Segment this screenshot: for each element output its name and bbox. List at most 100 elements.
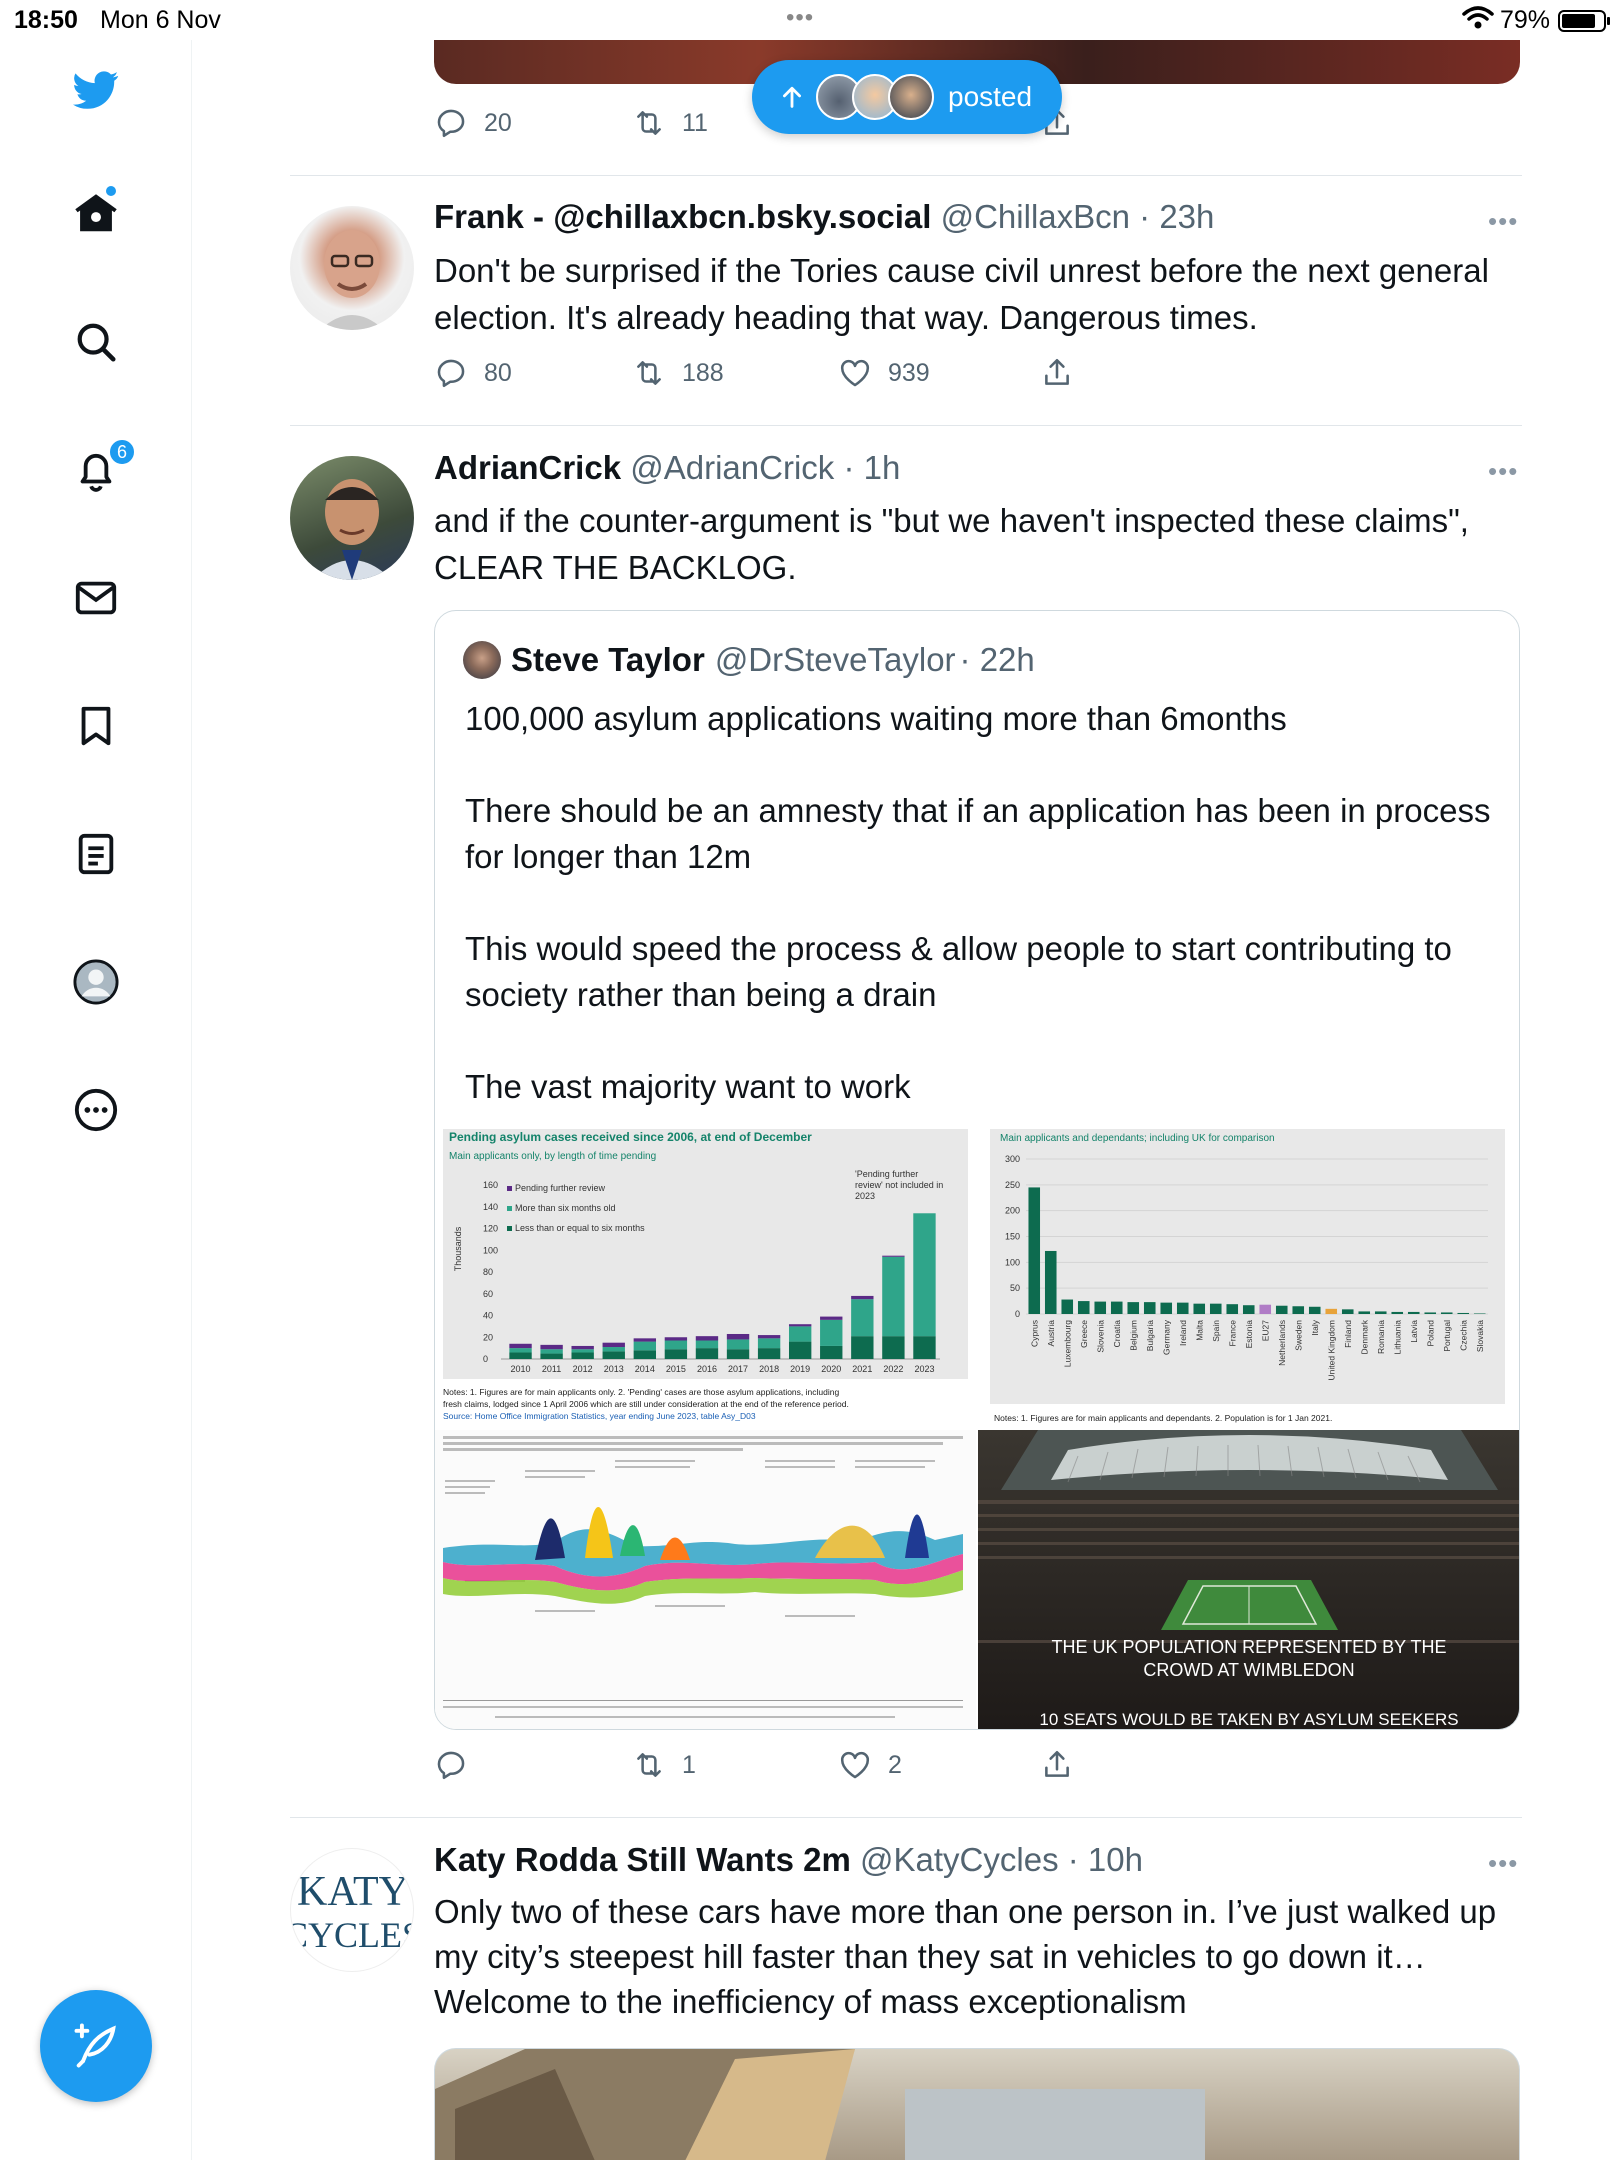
- more-options-icon[interactable]: •••: [1488, 1848, 1518, 1879]
- multitask-dots[interactable]: •••: [786, 4, 814, 32]
- x-tick-label: Luxembourg: [1062, 1320, 1072, 1368]
- battery-percent: 79%: [1500, 6, 1551, 34]
- media-country-comparison-chart[interactable]: Main applicants and dependants; includin…: [978, 1129, 1519, 1428]
- x-tick-label: Latvia: [1409, 1320, 1419, 1343]
- legend-swatch-new: [507, 1226, 512, 1231]
- x-tick-label: 2019: [790, 1364, 810, 1374]
- x-tick-label: 2023: [914, 1364, 934, 1374]
- side-navigation: 6: [0, 40, 192, 2160]
- quoted-tweet-time[interactable]: · 22h: [960, 641, 1035, 679]
- compose-tweet-button[interactable]: [40, 1990, 152, 2102]
- x-tick-label: 2013: [604, 1364, 624, 1374]
- reply-button[interactable]: [434, 1748, 484, 1782]
- quoted-tweet[interactable]: Steve Taylor @DrSteveTaylor · 22h 100,00…: [434, 610, 1520, 1730]
- nav-profile[interactable]: [64, 950, 128, 1014]
- tweet-text: Don't be surprised if the Tories cause c…: [434, 252, 1489, 336]
- reply-count: 80: [484, 358, 512, 387]
- avatar[interactable]: KATY CYCLES: [290, 1848, 414, 1972]
- status-bar: 18:50 Mon 6 Nov ••• 79%: [0, 0, 1620, 40]
- x-tick-label: 2011: [542, 1364, 561, 1374]
- media-wimbledon-photo[interactable]: THE UK POPULATION REPRESENTED BY THE CRO…: [978, 1430, 1519, 1729]
- bar: [1424, 1312, 1437, 1314]
- quoted-author-handle[interactable]: @DrSteveTaylor: [715, 641, 956, 679]
- retweet-button[interactable]: 188: [632, 356, 724, 390]
- home-unread-dot: [104, 184, 118, 198]
- author-handle[interactable]: @AdrianCrick: [630, 449, 834, 486]
- x-tick-label: 2016: [697, 1364, 717, 1374]
- author-name[interactable]: Katy Rodda Still Wants 2m: [434, 1841, 851, 1878]
- bar-segment: [851, 1295, 874, 1300]
- nav-messages[interactable]: [64, 566, 128, 630]
- tweet-media-photo[interactable]: [434, 2048, 1520, 2160]
- heart-icon: [840, 1751, 870, 1779]
- quoted-tweet-text: 100,000 asylum applications waiting more…: [465, 696, 1495, 1156]
- tweet-divider: [290, 1817, 1522, 1818]
- like-button[interactable]: 2: [838, 1748, 902, 1782]
- bar: [1143, 1302, 1156, 1314]
- retweet-button[interactable]: 11: [632, 106, 708, 140]
- tweet-time[interactable]: · 1h: [843, 449, 900, 486]
- bar: [1275, 1305, 1288, 1314]
- quoted-avatar[interactable]: [463, 641, 501, 679]
- reply-button[interactable]: 80: [434, 356, 512, 390]
- wifi-icon: [1462, 4, 1494, 39]
- bar-segment: [571, 1345, 594, 1350]
- nav-lists[interactable]: [64, 822, 128, 886]
- twitter-logo-icon[interactable]: [64, 58, 128, 122]
- x-tick-label: Lithuania: [1392, 1320, 1402, 1355]
- share-button[interactable]: [1040, 1748, 1074, 1782]
- bar-segment: [788, 1324, 812, 1327]
- x-tick-label: Spain: [1211, 1320, 1221, 1342]
- x-tick-label: 2021: [852, 1364, 872, 1374]
- status-date: Mon 6 Nov: [100, 6, 221, 34]
- tweet-header: AdrianCrick @AdrianCrick · 1h: [434, 449, 900, 487]
- x-tick-label: Poland: [1425, 1320, 1435, 1347]
- reply-button[interactable]: 20: [434, 106, 512, 140]
- x-tick-label: Romania: [1376, 1320, 1386, 1354]
- author-name[interactable]: AdrianCrick: [434, 449, 621, 486]
- bar: [1176, 1302, 1189, 1314]
- reply-icon: [437, 359, 465, 388]
- more-options-icon[interactable]: •••: [1488, 456, 1518, 487]
- retweet-count: 11: [682, 108, 708, 137]
- share-button[interactable]: [1040, 356, 1074, 390]
- like-count: 939: [888, 358, 930, 387]
- nav-more[interactable]: [64, 1078, 128, 1142]
- more-options-icon[interactable]: •••: [1488, 206, 1518, 237]
- avatar[interactable]: [290, 456, 414, 580]
- x-tick-label: Slovakia: [1475, 1320, 1485, 1352]
- nav-bookmarks[interactable]: [64, 694, 128, 758]
- bar: [1440, 1312, 1453, 1314]
- media-pending-cases-chart[interactable]: Pending asylum cases received since 2006…: [435, 1129, 976, 1428]
- x-tick-label: Greece: [1079, 1320, 1089, 1348]
- bar: [1308, 1306, 1321, 1314]
- retweet-button[interactable]: 1: [632, 1748, 696, 1782]
- avatar[interactable]: [290, 206, 414, 330]
- quoted-author-name[interactable]: Steve Taylor: [511, 641, 705, 679]
- nav-notifications[interactable]: 6: [64, 438, 136, 502]
- x-tick-label: Portugal: [1442, 1320, 1452, 1352]
- bar: [1061, 1299, 1074, 1314]
- chart-title: Pending asylum cases received since 2006…: [449, 1130, 812, 1144]
- nav-home[interactable]: [64, 182, 128, 246]
- author-handle[interactable]: @ChillaxBcn: [941, 198, 1130, 235]
- media-streamgraph[interactable]: [435, 1430, 976, 1729]
- nav-explore[interactable]: [64, 310, 128, 374]
- bar: [1341, 1309, 1354, 1314]
- x-tick-label: 2020: [821, 1364, 841, 1374]
- y-axis-label: Thousands: [453, 1226, 463, 1271]
- x-tick-label: Italy: [1310, 1319, 1320, 1335]
- y-tick-label: 20: [483, 1332, 493, 1342]
- y-tick-label: 80: [483, 1267, 493, 1277]
- like-button[interactable]: 939: [838, 356, 930, 390]
- wimbledon-stadium-image: THE UK POPULATION REPRESENTED BY THE CRO…: [978, 1430, 1519, 1729]
- author-handle[interactable]: @KatyCycles: [860, 1841, 1059, 1878]
- tweet-time[interactable]: · 23h: [1139, 198, 1214, 235]
- new-posts-pill[interactable]: posted: [752, 60, 1062, 134]
- x-tick-label: Slovenia: [1095, 1320, 1105, 1353]
- x-tick-label: Croatia: [1112, 1320, 1122, 1348]
- bar-segment: [509, 1343, 532, 1349]
- chart-annotation: 'Pending further review' not included in…: [855, 1169, 944, 1201]
- author-name[interactable]: Frank - @chillaxbcn.bsky.social: [434, 198, 931, 235]
- tweet-time[interactable]: · 10h: [1068, 1841, 1143, 1878]
